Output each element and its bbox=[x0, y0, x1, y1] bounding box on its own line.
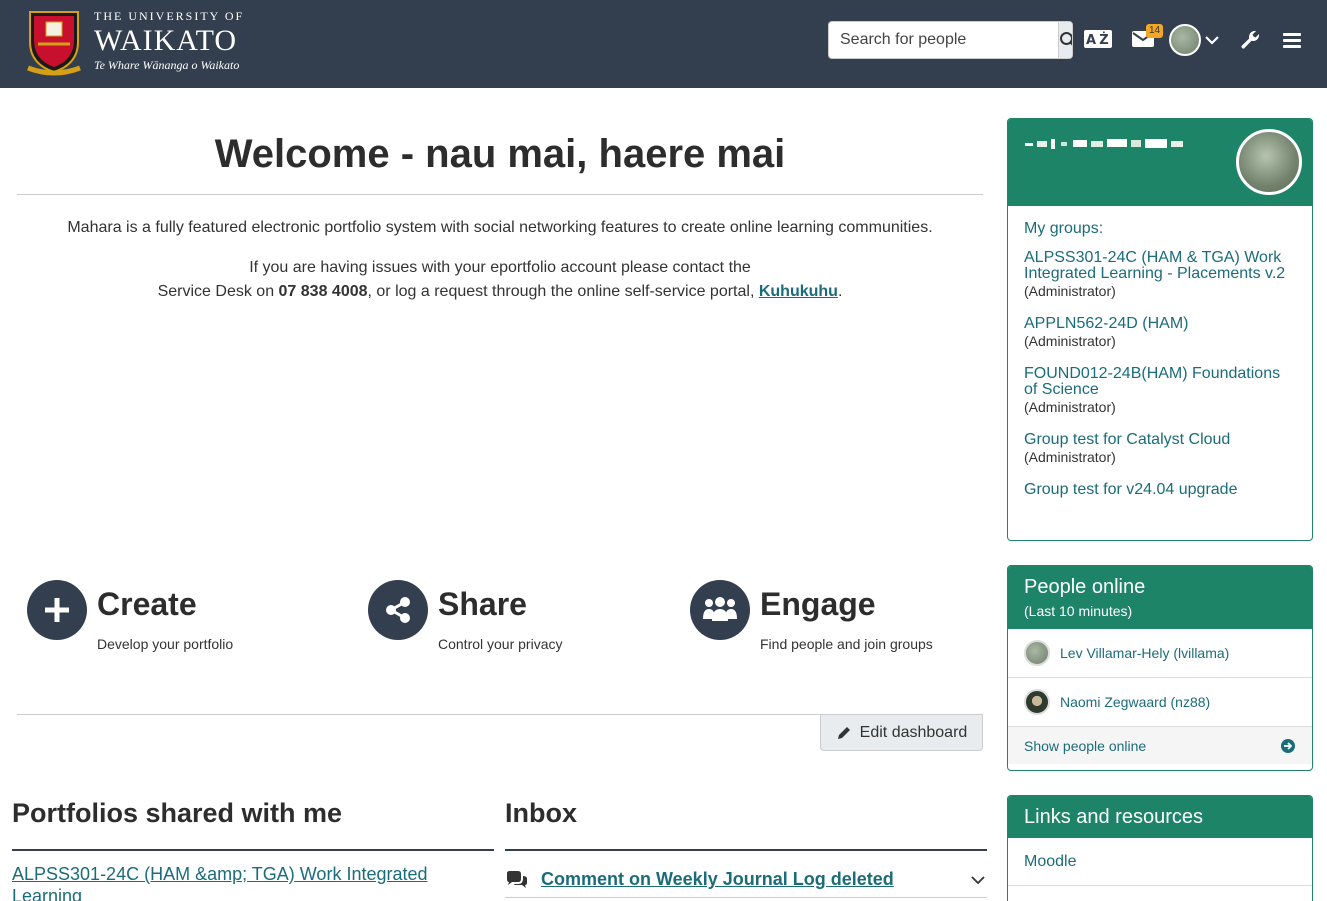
group-link[interactable]: Group test for v24.04 upgrade bbox=[1024, 482, 1296, 498]
profile-avatar[interactable] bbox=[1236, 129, 1302, 195]
group-link[interactable]: Group test for Catalyst Cloud bbox=[1024, 432, 1296, 448]
feature-create[interactable]: Create Develop your portfolio bbox=[27, 580, 233, 652]
inbox-heading: Inbox bbox=[505, 798, 577, 828]
logo-line2: WAIKATO bbox=[94, 24, 238, 57]
links-card: Links and resources Moodle bbox=[1007, 795, 1313, 901]
language-icon: A Ż bbox=[1084, 30, 1112, 48]
share-icon bbox=[368, 580, 428, 640]
user-avatar[interactable] bbox=[1169, 24, 1201, 56]
logo-line3: Te Whare Wānanga o Waikato bbox=[94, 58, 240, 72]
feature-subtitle: Find people and join groups bbox=[760, 636, 933, 652]
language-button[interactable]: A Ż bbox=[1082, 28, 1114, 50]
intro-text: Mahara is a fully featured electronic po… bbox=[67, 219, 933, 236]
support-end: . bbox=[837, 283, 843, 300]
group-link[interactable]: APPLN562-24D (HAM) bbox=[1024, 316, 1296, 332]
links-title: Links and resources bbox=[1024, 806, 1203, 828]
kuhukuhu-link[interactable]: Kuhukuhu bbox=[759, 283, 838, 300]
people-online-card: People online (Last 10 minutes) Lev Vill… bbox=[1007, 565, 1313, 771]
group-item: Group test for Catalyst Cloud (Administr… bbox=[1024, 432, 1296, 466]
support-text: If you are having issues with your eport… bbox=[17, 256, 983, 304]
feature-title: Create bbox=[97, 586, 197, 622]
people-group-icon bbox=[690, 580, 750, 640]
support-prefix: Service Desk on bbox=[157, 283, 279, 300]
avatar bbox=[1024, 640, 1050, 666]
logo-text: THE UNIVERSITY OF WAIKATO Te Whare Wānan… bbox=[94, 9, 244, 73]
feature-share[interactable]: Share Control your privacy bbox=[368, 580, 563, 652]
inbox-underline bbox=[505, 849, 987, 851]
people-online-title: People online bbox=[1024, 576, 1146, 598]
search-input[interactable] bbox=[829, 22, 1058, 58]
group-item: ALPSS301-24C (HAM & TGA) Work Integrated… bbox=[1024, 250, 1296, 300]
university-logo[interactable]: THE UNIVERSITY OF WAIKATO Te Whare Wānan… bbox=[24, 6, 264, 76]
edit-dashboard-button[interactable]: Edit dashboard bbox=[820, 714, 983, 751]
portfolios-underline bbox=[12, 849, 494, 851]
pencil-icon bbox=[837, 726, 850, 739]
support-phone: 07 838 4008 bbox=[278, 283, 368, 300]
admin-button[interactable] bbox=[1238, 28, 1262, 52]
online-person[interactable]: Lev Villamar-Hely (lvillama) bbox=[1008, 629, 1312, 678]
logo-line1: THE UNIVERSITY OF bbox=[94, 9, 245, 23]
show-people-label: Show people online bbox=[1024, 737, 1147, 754]
crest-icon bbox=[27, 11, 81, 76]
chevron-down-icon bbox=[1205, 36, 1219, 45]
arrow-circle-right-icon bbox=[1281, 738, 1295, 753]
svg-text:Ż: Ż bbox=[1099, 32, 1108, 48]
online-person[interactable]: Naomi Zegwaard (nz88) bbox=[1008, 678, 1312, 727]
edit-dashboard-label: Edit dashboard bbox=[859, 723, 968, 741]
moodle-link[interactable]: Moodle bbox=[1008, 838, 1312, 886]
title-divider bbox=[17, 194, 983, 195]
profile-card: My groups: ALPSS301-24C (HAM & TGA) Work… bbox=[1007, 118, 1313, 541]
hamburger-icon bbox=[1283, 33, 1301, 48]
people-online-header: People online (Last 10 minutes) bbox=[1008, 566, 1312, 629]
group-role: (Administrator) bbox=[1024, 399, 1116, 415]
search-icon bbox=[1060, 32, 1072, 46]
group-role: (Administrator) bbox=[1024, 283, 1116, 299]
group-link[interactable]: FOUND012-24B(HAM) Foundations of Science bbox=[1024, 366, 1296, 398]
redacted-username bbox=[1025, 139, 1183, 149]
group-link[interactable]: ALPSS301-24C (HAM & TGA) Work Integrated… bbox=[1024, 250, 1296, 282]
search-button[interactable] bbox=[1058, 22, 1072, 58]
avatar bbox=[1024, 689, 1050, 715]
support-line1: If you are having issues with your eport… bbox=[249, 259, 751, 276]
feature-subtitle: Develop your portfolio bbox=[97, 636, 234, 652]
inbox-count-badge: 14 bbox=[1146, 24, 1164, 38]
top-header: THE UNIVERSITY OF WAIKATO Te Whare Wānan… bbox=[0, 0, 1327, 88]
plus-icon bbox=[27, 580, 87, 640]
feature-subtitle: Control your privacy bbox=[438, 636, 563, 652]
support-mid: , or log a request through the online se… bbox=[367, 283, 759, 300]
user-menu-toggle[interactable] bbox=[1204, 32, 1220, 48]
profile-header bbox=[1008, 119, 1312, 206]
my-groups-label: My groups: bbox=[1024, 220, 1104, 237]
group-item: FOUND012-24B(HAM) Foundations of Science… bbox=[1024, 366, 1296, 416]
portfolios-heading: Portfolios shared with me bbox=[12, 798, 343, 828]
chevron-down-icon[interactable] bbox=[971, 875, 985, 885]
inbox-message[interactable]: Comment on Weekly Journal Log deleted bbox=[505, 862, 987, 898]
page-title: Welcome - nau mai, haere mai bbox=[214, 132, 786, 176]
people-search bbox=[828, 21, 1073, 59]
person-name: Naomi Zegwaard (nz88) bbox=[1060, 694, 1211, 710]
group-role: (Administrator) bbox=[1024, 449, 1116, 465]
main-menu-button[interactable] bbox=[1280, 28, 1304, 52]
comments-icon bbox=[507, 870, 527, 888]
person-name: Lev Villamar-Hely (lvillama) bbox=[1060, 645, 1230, 661]
people-online-subtitle: (Last 10 minutes) bbox=[1024, 603, 1133, 619]
group-item: Group test for v24.04 upgrade bbox=[1024, 482, 1296, 498]
show-people-online-link[interactable]: Show people online bbox=[1008, 727, 1312, 764]
feature-engage[interactable]: Engage Find people and join groups bbox=[690, 580, 933, 652]
svg-text:A: A bbox=[1086, 33, 1096, 48]
feature-title: Share bbox=[438, 586, 527, 622]
wrench-icon bbox=[1241, 30, 1260, 49]
inbox-message-link[interactable]: Comment on Weekly Journal Log deleted bbox=[541, 869, 894, 890]
portfolio-link[interactable]: ALPSS301-24C (HAM &amp; TGA) Work Integr… bbox=[12, 863, 482, 901]
group-role: (Administrator) bbox=[1024, 333, 1116, 349]
group-item: APPLN562-24D (HAM) (Administrator) bbox=[1024, 316, 1296, 350]
links-header: Links and resources bbox=[1008, 796, 1312, 838]
feature-title: Engage bbox=[760, 586, 876, 622]
